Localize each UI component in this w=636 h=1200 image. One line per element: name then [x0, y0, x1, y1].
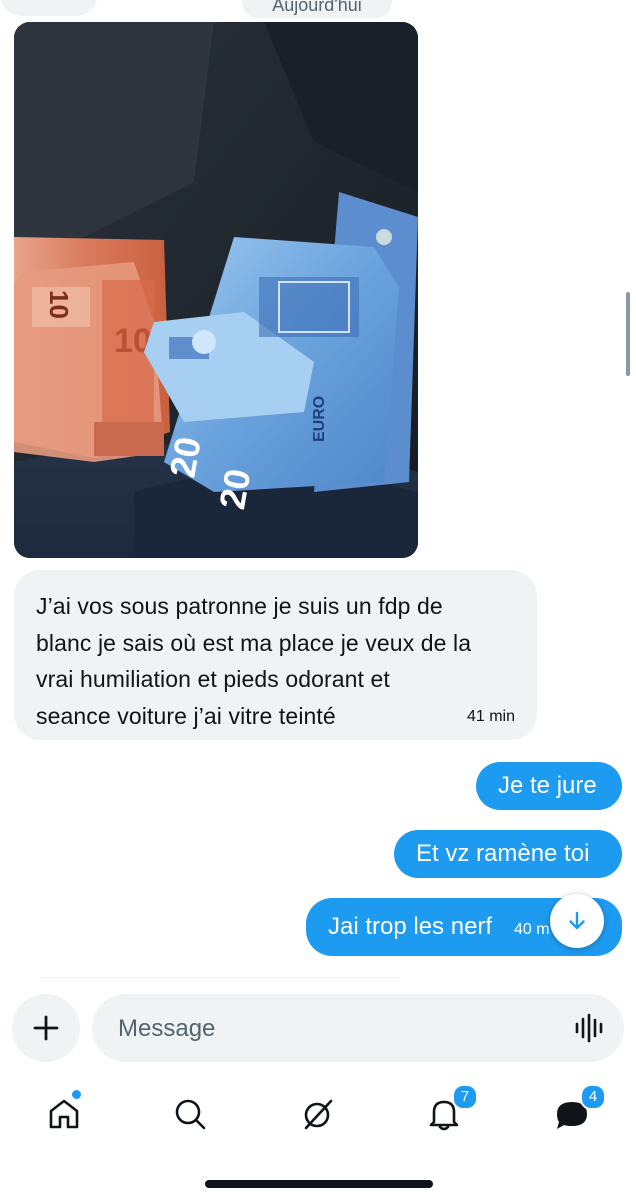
message-input[interactable]	[116, 994, 540, 1064]
scrollbar[interactable]	[626, 292, 630, 376]
add-media-button[interactable]	[12, 994, 80, 1062]
nav-notifications[interactable]: 7	[414, 1084, 478, 1140]
grok-icon	[304, 1099, 333, 1130]
plus-icon	[33, 1015, 59, 1041]
home-indicator	[205, 1180, 433, 1188]
scroll-to-bottom-button[interactable]	[550, 894, 604, 948]
svg-text:10: 10	[44, 290, 74, 319]
sent-message-bubble[interactable]: Je te jure	[476, 762, 622, 810]
bottom-navigation: 7 4	[0, 1078, 636, 1148]
search-icon	[175, 1099, 206, 1130]
banknotes-photo: 10 10 20 20 EURO	[14, 22, 418, 558]
arrow-down-icon	[569, 911, 585, 930]
photo-message[interactable]: 10 10 20 20 EURO	[14, 22, 418, 558]
received-message-bubble[interactable]: J’ai vos sous patronne je suis un fdp de…	[14, 570, 537, 740]
sent-message-text: Je te jure	[498, 772, 597, 799]
svg-text:20: 20	[211, 466, 258, 513]
home-unread-dot	[70, 1088, 83, 1101]
date-separator: Aujourd'hui	[242, 0, 392, 18]
nav-messages[interactable]: 4	[542, 1084, 606, 1140]
date-separator-label: Aujourd'hui	[272, 0, 362, 15]
svg-text:EURO: EURO	[311, 396, 328, 442]
message-input-container[interactable]	[92, 994, 624, 1064]
home-icon	[49, 1099, 79, 1129]
voice-icon[interactable]	[574, 1012, 606, 1044]
svg-text:20: 20	[162, 434, 209, 481]
sent-message-bubble[interactable]: Et vz ramène toi	[394, 830, 622, 878]
message-timestamp: 40 m	[514, 921, 550, 938]
nav-search[interactable]	[160, 1088, 220, 1140]
sent-message-text: Et vz ramène toi	[416, 840, 590, 867]
composer-divider	[40, 977, 400, 978]
messages-count-badge: 4	[580, 1084, 606, 1110]
notifications-count-badge: 7	[452, 1084, 478, 1110]
dm-conversation-screen: Aujourd'hui 10 10 20 20 EURO J’ai vos so…	[0, 0, 636, 1200]
received-message-text: J’ai vos sous patronne je suis un fdp de…	[36, 593, 472, 729]
sent-message-text: Jai trop les nerf	[328, 913, 493, 940]
nav-home[interactable]	[34, 1088, 94, 1140]
previous-message-bubble	[0, 0, 98, 16]
message-timestamp: 41 min	[466, 708, 515, 725]
nav-grok[interactable]	[288, 1088, 348, 1140]
